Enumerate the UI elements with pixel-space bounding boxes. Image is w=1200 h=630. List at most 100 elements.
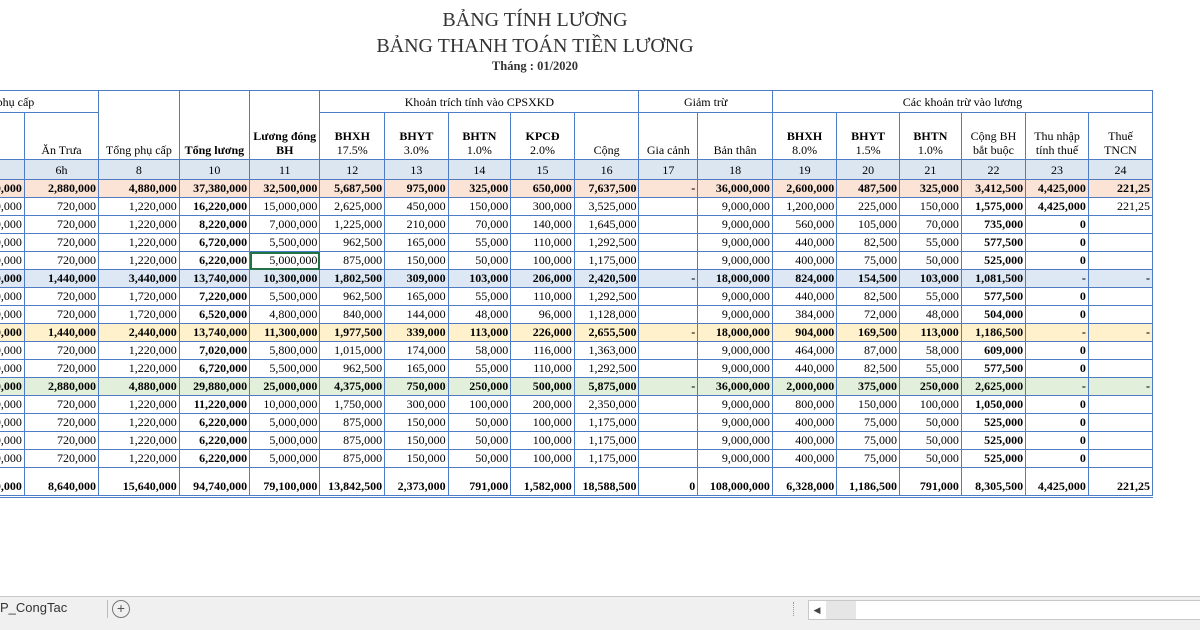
table-cell[interactable]: 1,292,500 [573,233,640,252]
table-cell[interactable]: 0,000 [0,287,25,306]
table-cell[interactable]: 720,000 [23,287,100,306]
table-cell[interactable]: 103,000 [447,269,512,288]
table-cell[interactable]: 1,015,000 [319,341,386,360]
table-cell[interactable]: 11,300,000 [249,323,321,342]
table-cell[interactable]: - [638,179,699,198]
table-cell[interactable]: 6,220,000 [178,431,251,450]
table-cell[interactable]: 720,000 [23,305,100,324]
table-cell[interactable] [1087,233,1154,252]
table-cell[interactable]: 3,440,000 [98,269,180,288]
table-cell[interactable]: 904,000 [771,323,838,342]
table-cell[interactable]: 1,802,500 [319,269,386,288]
table-cell[interactable]: 150,000 [384,431,449,450]
table-cell[interactable]: 0 [1025,215,1089,234]
table-cell[interactable]: 50,000 [898,431,962,450]
table-cell[interactable] [1087,413,1154,432]
table-cell[interactable]: 174,000 [384,341,449,360]
table-cell[interactable]: 464,000 [771,341,838,360]
table-cell[interactable]: 720,000 [23,413,100,432]
table-cell[interactable]: 962,500 [319,359,386,378]
table-cell[interactable] [1087,359,1154,378]
table-cell[interactable]: 113,000 [447,323,512,342]
table-cell[interactable]: 6,720,000 [178,359,251,378]
sheet-tab-active[interactable]: P_CongTac [0,600,67,615]
table-cell[interactable]: 116,000 [510,341,575,360]
table-cell[interactable]: 525,000 [960,431,1027,450]
table-cell[interactable]: 0,000 [0,251,25,270]
table-cell[interactable] [638,341,699,360]
table-cell[interactable]: 5,000,000 [249,251,321,270]
table-cell[interactable]: 1,220,000 [98,395,180,414]
table-cell[interactable]: 1,128,000 [573,305,640,324]
table-cell[interactable]: 4,425,000 [1025,197,1089,216]
table-cell[interactable]: 720,000 [23,215,100,234]
table-cell[interactable]: 0,000 [0,179,25,198]
table-cell[interactable]: 100,000 [510,449,575,468]
table-cell[interactable]: 500,000 [510,377,575,396]
table-cell[interactable]: 4,375,000 [319,377,386,396]
table-cell[interactable] [1087,395,1154,414]
table-cell[interactable]: 0,000 [0,233,25,252]
table-cell[interactable]: 210,000 [384,215,449,234]
table-cell[interactable]: 55,000 [447,287,512,306]
table-cell[interactable]: 150,000 [898,197,962,216]
table-cell[interactable]: 206,000 [510,269,575,288]
table-cell[interactable]: 0,000 [0,431,25,450]
table-cell[interactable]: 1,220,000 [98,431,180,450]
table-cell[interactable]: 1,175,000 [573,431,640,450]
table-cell[interactable]: 5,800,000 [249,341,321,360]
table-cell[interactable]: 875,000 [319,431,386,450]
table-cell[interactable]: 0 [1025,287,1089,306]
table-cell[interactable]: 1,440,000 [23,269,100,288]
table-cell[interactable]: 0 [1025,305,1089,324]
table-cell[interactable]: 0 [1025,395,1089,414]
table-cell[interactable]: 82,500 [836,287,900,306]
table-cell[interactable]: 150,000 [447,197,512,216]
table-cell[interactable]: 221,25 [1087,197,1154,216]
table-cell[interactable]: 9,000,000 [697,251,773,270]
table-cell[interactable]: 5,000,000 [249,413,321,432]
table-cell[interactable]: 13,740,000 [178,323,251,342]
table-cell[interactable]: 1,200,000 [771,197,838,216]
table-cell[interactable]: 1,720,000 [98,287,180,306]
table-cell[interactable]: 560,000 [771,215,838,234]
table-cell[interactable]: 100,000 [510,413,575,432]
table-cell[interactable]: 18,000,000 [697,323,773,342]
table-cell[interactable] [1087,431,1154,450]
table-cell[interactable]: 1,175,000 [573,413,640,432]
table-cell[interactable] [638,395,699,414]
table-cell[interactable]: 2,880,000 [23,179,100,198]
table-cell[interactable]: 1,440,000 [23,323,100,342]
table-cell[interactable]: 11,220,000 [178,395,251,414]
table-cell[interactable]: 720,000 [23,233,100,252]
table-cell[interactable]: 75,000 [836,431,900,450]
table-cell[interactable]: 720,000 [23,251,100,270]
table-cell[interactable]: 440,000 [771,233,838,252]
table-cell[interactable]: 150,000 [836,395,900,414]
table-cell[interactable]: 720,000 [23,431,100,450]
table-cell[interactable]: 87,000 [836,341,900,360]
table-cell[interactable]: 962,500 [319,287,386,306]
table-cell[interactable]: 0,000 [0,323,25,342]
table-cell[interactable]: 13,842,500 [319,467,386,498]
table-cell[interactable]: 72,000 [836,305,900,324]
table-cell[interactable]: 0,000 [0,377,25,396]
table-cell[interactable]: 108,000,000 [697,467,773,498]
table-cell[interactable]: 840,000 [319,305,386,324]
table-cell[interactable]: 7,020,000 [178,341,251,360]
table-cell[interactable]: 82,500 [836,233,900,252]
table-cell[interactable]: 1,081,500 [960,269,1027,288]
table-cell[interactable]: 5,500,000 [249,287,321,306]
table-cell[interactable]: 37,380,000 [178,179,251,198]
scrollbar-thumb[interactable] [826,601,856,619]
table-cell[interactable]: 0,000 [0,449,25,468]
table-cell[interactable]: 875,000 [319,413,386,432]
table-cell[interactable]: 55,000 [898,287,962,306]
table-cell[interactable]: 50,000 [898,413,962,432]
table-cell[interactable]: 5,500,000 [249,233,321,252]
table-cell[interactable]: 875,000 [319,251,386,270]
table-cell[interactable]: 1,582,000 [510,467,575,498]
table-cell[interactable]: 1,645,000 [573,215,640,234]
table-cell[interactable]: 110,000 [510,359,575,378]
table-cell[interactable]: 50,000 [447,449,512,468]
